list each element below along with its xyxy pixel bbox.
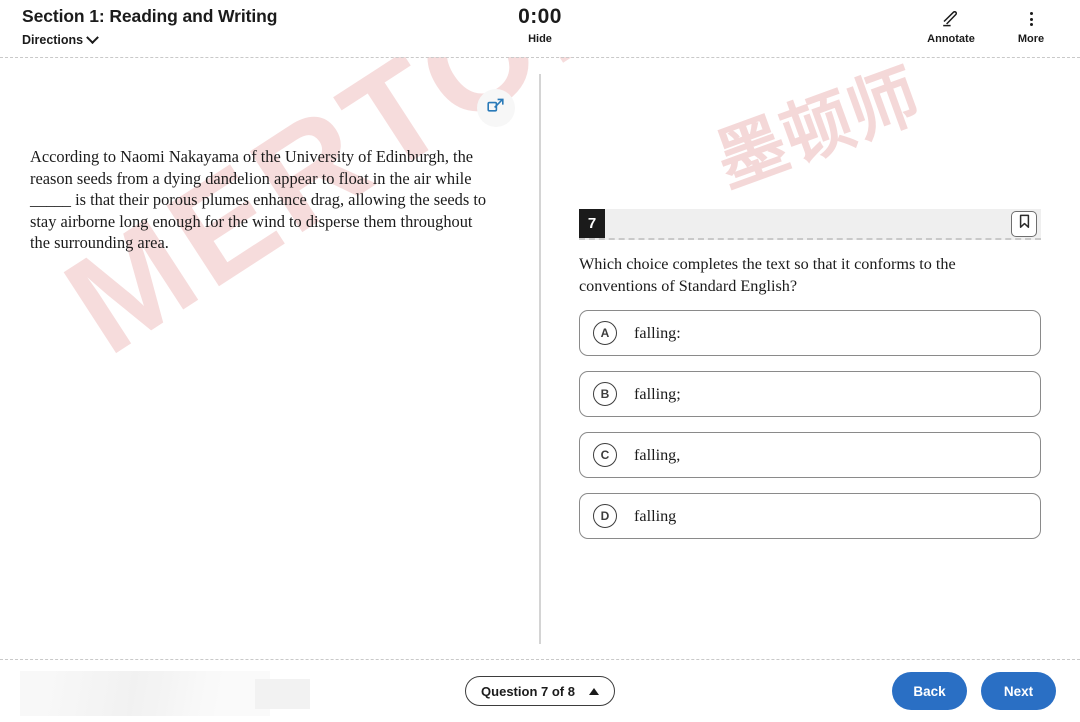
- annotate-label: Annotate: [927, 33, 975, 45]
- timer-group: 0:00 Hide: [452, 4, 628, 45]
- footer-center-group: Question 7 of 8: [444, 676, 636, 706]
- header-tools-group: Annotate More: [628, 4, 1058, 45]
- bookmark-icon: [1018, 214, 1031, 234]
- next-button[interactable]: Next: [981, 672, 1056, 710]
- footer-right-group: Back Next: [636, 672, 1056, 710]
- chevron-down-icon: [86, 30, 100, 44]
- annotate-button[interactable]: Annotate: [924, 9, 978, 45]
- more-button[interactable]: More: [1004, 9, 1058, 45]
- passage-pane: According to Naomi Nakayama of the Unive…: [0, 58, 539, 659]
- answer-choice-a[interactable]: A falling:: [579, 310, 1041, 356]
- more-label: More: [1017, 33, 1045, 45]
- question-header-strip: 7: [579, 209, 1041, 240]
- answer-choice-b[interactable]: B falling;: [579, 371, 1041, 417]
- choice-text: falling,: [634, 445, 681, 464]
- choice-text: falling: [634, 506, 677, 525]
- answer-choice-d[interactable]: D falling: [579, 493, 1041, 539]
- expand-panel-icon: [487, 97, 505, 120]
- passage-text: According to Naomi Nakayama of the Unive…: [30, 147, 487, 253]
- countdown-timer: 0:00: [518, 5, 562, 28]
- page-title: Section 1: Reading and Writing: [22, 6, 278, 26]
- header-left-group: Section 1: Reading and Writing Direction…: [22, 4, 452, 49]
- choice-text: falling:: [634, 323, 681, 342]
- expand-passage-button[interactable]: [477, 89, 515, 127]
- app-footer: Question 7 of 8 Back Next: [0, 660, 1080, 722]
- answer-choice-c[interactable]: C falling,: [579, 432, 1041, 478]
- question-prompt: Which choice completes the text so that …: [579, 255, 956, 295]
- app-header: Section 1: Reading and Writing Direction…: [0, 0, 1080, 57]
- directions-label: Directions: [22, 33, 84, 47]
- header-divider: [0, 57, 1080, 58]
- hide-timer-button[interactable]: Hide: [528, 33, 552, 45]
- choice-letter: A: [593, 321, 617, 345]
- choice-letter: B: [593, 382, 617, 406]
- question-navigator-label: Question 7 of 8: [481, 683, 575, 699]
- directions-button[interactable]: Directions: [22, 30, 100, 47]
- choice-letter: C: [593, 443, 617, 467]
- choice-text: falling;: [634, 384, 681, 403]
- main-content: According to Naomi Nakayama of the Unive…: [0, 58, 1080, 659]
- pen-underline-icon: [941, 9, 961, 29]
- pane-divider: [539, 74, 541, 644]
- question-number-badge: 7: [579, 209, 605, 238]
- choice-letter: D: [593, 504, 617, 528]
- triangle-up-icon: [588, 687, 599, 695]
- answer-choices-list: A falling: B falling; C falling, D falli…: [579, 310, 1041, 554]
- bookmark-button[interactable]: [1011, 211, 1037, 237]
- back-button[interactable]: Back: [892, 672, 967, 710]
- vertical-dots-icon: [1029, 9, 1033, 29]
- question-navigator-button[interactable]: Question 7 of 8: [465, 676, 615, 706]
